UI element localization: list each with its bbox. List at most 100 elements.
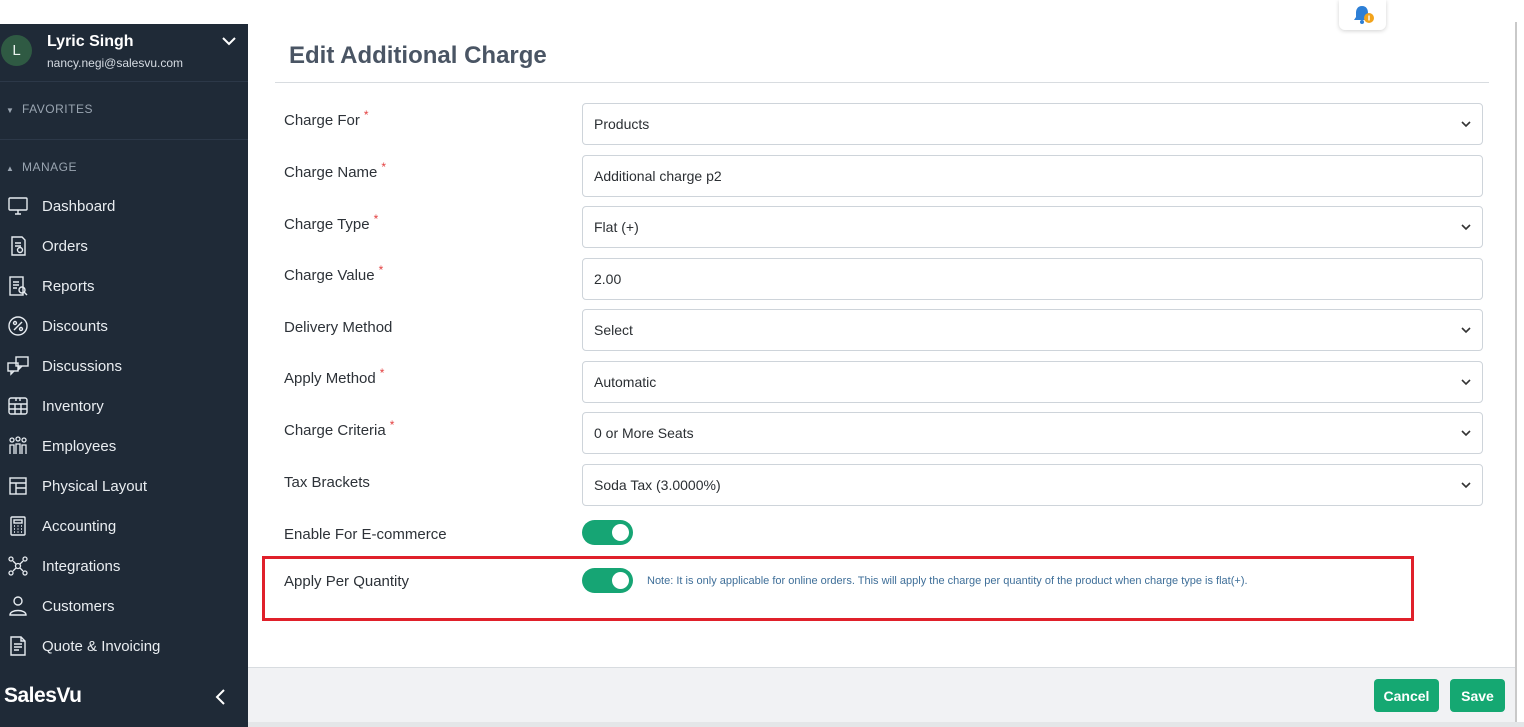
sidebar-item-label: Inventory [42,397,104,415]
bottom-strip [248,722,1524,727]
page-title: Edit Additional Charge [289,42,547,69]
sidebar-item-discounts[interactable]: Discounts [0,306,248,346]
sidebar-nav: Dashboard Orders Reports Discounts Discu… [0,186,248,666]
cancel-button[interactable]: Cancel [1374,679,1439,712]
label-text: Charge Value [284,267,375,284]
charge-name-input[interactable]: Additional charge p2 [582,155,1483,197]
save-button[interactable]: Save [1450,679,1505,712]
calculator-icon [6,514,30,538]
top-strip [0,0,1524,24]
sidebar-item-employees[interactable]: Employees [0,426,248,466]
delivery-method-label: Delivery Method [284,319,392,336]
sidebar-item-label: Discussions [42,357,123,375]
percent-icon [6,314,30,338]
employees-icon [6,434,30,458]
user-name: Lyric Singh [47,33,134,50]
sidebar-item-accounting[interactable]: Accounting [0,506,248,546]
chevron-down-icon [1461,482,1471,489]
charge-type-label: Charge Type * [284,212,378,233]
sidebar-item-label: Discounts [42,317,108,335]
label-text: Tax Brackets [284,474,370,491]
sidebar-item-label: Customers [42,597,115,615]
sidebar-item-label: Dashboard [42,197,116,215]
chevron-down-icon [1461,121,1471,128]
sidebar-item-quote-invoicing[interactable]: Quote & Invoicing [0,626,248,666]
favorites-section[interactable]: ▼ FAVORITES [0,102,248,140]
tax-brackets-label: Tax Brackets [284,474,370,491]
sidebar-item-label: Orders [42,237,88,255]
caret-down-icon: ▼ [6,106,15,115]
tax-brackets-select[interactable]: Soda Tax (3.0000%) [582,464,1483,506]
sidebar-item-inventory[interactable]: Inventory [0,386,248,426]
apply-method-value: Automatic [594,374,657,390]
toggle-knob [612,524,629,541]
apply-per-quantity-note: Note: It is only applicable for online o… [647,575,1248,587]
sidebar-item-integrations[interactable]: Integrations [0,546,248,586]
user-panel[interactable]: L Lyric Singh nancy.negi@salesvu.com [0,24,248,82]
customer-icon [6,594,30,618]
label-text: Charge For [284,112,360,129]
manage-section[interactable]: ▲ MANAGE [0,160,248,174]
manage-label: MANAGE [22,160,78,174]
tax-brackets-value: Soda Tax (3.0000%) [594,477,721,493]
sidebar: L Lyric Singh nancy.negi@salesvu.com ▼ FA… [0,24,248,727]
orders-icon [6,234,30,258]
integrations-icon [6,554,30,578]
label-text: Charge Name [284,164,378,181]
charge-name-value: Additional charge p2 [594,168,722,184]
label-text: Charge Criteria [284,422,386,439]
charge-name-label: Charge Name * [284,160,386,181]
charge-for-value: Products [594,116,650,132]
reports-icon [6,274,30,298]
user-email: nancy.negi@salesvu.com [47,56,184,70]
charge-criteria-select[interactable]: 0 or More Seats [582,412,1483,454]
required-mark: * [381,160,387,174]
sidebar-item-reports[interactable]: Reports [0,266,248,306]
sidebar-item-label: Physical Layout [42,477,148,495]
sidebar-item-dashboard[interactable]: Dashboard [0,186,248,226]
sidebar-item-orders[interactable]: Orders [0,226,248,266]
enable-ecommerce-label: Enable For E-commerce [284,526,447,543]
chevron-down-icon[interactable] [221,33,237,49]
enable-ecommerce-toggle[interactable] [582,520,633,545]
sidebar-item-physical-layout[interactable]: Physical Layout [0,466,248,506]
brand-logo: SalesVu [4,684,82,707]
charge-value-input[interactable]: 2.00 [582,258,1483,300]
sidebar-item-label: Accounting [42,517,117,535]
sidebar-item-customers[interactable]: Customers [0,586,248,626]
sidebar-item-label: Integrations [42,557,121,575]
avatar: L [1,35,32,66]
label-text: Apply Method [284,370,376,387]
favorites-label: FAVORITES [22,102,93,116]
collapse-sidebar-icon[interactable] [212,688,230,706]
monitor-icon [6,194,30,218]
sidebar-item-discussions[interactable]: Discussions [0,346,248,386]
charge-for-select[interactable]: Products [582,103,1483,145]
chevron-down-icon [1461,327,1471,334]
label-text: Charge Type [284,216,370,233]
chat-icon [6,354,30,378]
apply-method-select[interactable]: Automatic [582,361,1483,403]
layout-icon [6,474,30,498]
apply-per-quantity-toggle[interactable] [582,568,633,593]
chevron-down-icon [1461,430,1471,437]
apply-method-label: Apply Method * [284,366,384,387]
caret-up-icon: ▲ [6,164,15,173]
chevron-down-icon [1461,379,1471,386]
charge-value-label: Charge Value * [284,263,383,284]
required-mark: * [378,263,384,277]
form-footer [248,667,1515,722]
charge-type-select[interactable]: Flat (+) [582,206,1483,248]
charge-type-value: Flat (+) [594,219,639,235]
notification-button[interactable] [1339,0,1386,30]
title-divider [275,82,1489,83]
delivery-method-select[interactable]: Select [582,309,1483,351]
inventory-icon [6,394,30,418]
required-mark: * [363,108,369,122]
apply-per-quantity-label: Apply Per Quantity [284,573,410,590]
bell-icon [1353,6,1374,24]
chevron-down-icon [1461,224,1471,231]
required-mark: * [379,366,385,380]
toggle-knob [612,572,629,589]
charge-criteria-label: Charge Criteria * [284,418,394,439]
